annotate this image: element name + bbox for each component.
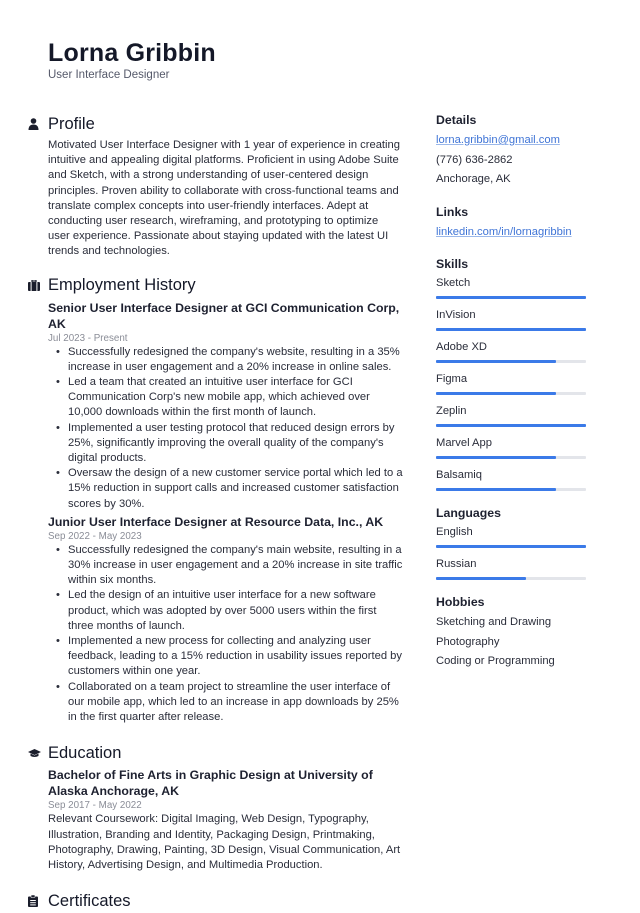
level-bar-track xyxy=(436,577,586,580)
language-label: English xyxy=(436,526,473,538)
certificates-section: Certificates xyxy=(28,889,403,913)
skill-label: Marvel App xyxy=(436,437,492,449)
main-column: Profile Motivated User Interface Designe… xyxy=(28,112,403,913)
education-body: Bachelor of Fine Arts in Graphic Design … xyxy=(28,767,403,873)
profile-title: Profile xyxy=(48,114,95,133)
level-bar-fill xyxy=(436,488,556,491)
languages-list: English Russian xyxy=(436,524,586,580)
job-bullets: Successfully redesigned the company's ma… xyxy=(48,543,403,725)
location-text: Anchorage, AK xyxy=(436,173,511,185)
links-title: Links xyxy=(436,204,469,219)
education-section: Education Bachelor of Fine Arts in Graph… xyxy=(28,741,403,873)
profile-text: Motivated User Interface Designer with 1… xyxy=(48,139,400,258)
level-bar-fill xyxy=(436,424,586,427)
level-bar-track xyxy=(436,545,586,548)
education-heading: Education xyxy=(28,741,403,765)
job-entry: Junior User Interface Designer at Resour… xyxy=(48,514,403,725)
skill-label: Zeplin xyxy=(436,405,467,417)
hobbies-section: Hobbies Sketching and Drawing Photograph… xyxy=(436,594,586,672)
skill-item: Balsamiq xyxy=(436,467,586,491)
email-link[interactable]: lorna.gribbin@gmail.com xyxy=(436,134,560,146)
graduation-cap-icon xyxy=(28,746,48,760)
profile-heading: Profile xyxy=(28,112,403,136)
skills-list: Sketch InVision Adobe XD Figma Zeplin Marvel … xyxy=(436,275,586,491)
resume-header: Lorna Gribbin User Interface Designer xyxy=(48,38,216,82)
employment-title: Employment History xyxy=(48,276,196,295)
skills-title: Skills xyxy=(436,257,469,271)
level-bar-track xyxy=(436,456,586,459)
person-icon xyxy=(28,117,48,131)
job-bullet: Led the design of an intuitive user inte… xyxy=(56,588,403,634)
hobby-item: Sketching and Drawing xyxy=(436,616,552,628)
skill-item: InVision xyxy=(436,307,586,331)
skill-item: Marvel App xyxy=(436,435,586,459)
employment-section: Employment History Senior User Interface… xyxy=(28,274,403,726)
job-bullet: Successfully redesigned the company's ma… xyxy=(56,543,403,589)
skills-section: Skills Sketch InVision Adobe XD Figma Zeplin… xyxy=(436,256,586,491)
language-item: English xyxy=(436,524,586,548)
language-item: Russian xyxy=(436,556,586,580)
linkedin-link[interactable]: linkedin.com/in/lornagribbin xyxy=(436,226,572,238)
skill-label: InVision xyxy=(436,309,476,321)
details-section: Details lorna.gribbin@gmail.com (776) 63… xyxy=(436,112,586,190)
profile-section: Profile Motivated User Interface Designe… xyxy=(28,112,403,260)
skill-label: Balsamiq xyxy=(436,469,483,481)
skill-item: Adobe XD xyxy=(436,339,586,363)
hobbies-title: Hobbies xyxy=(436,595,485,609)
candidate-title: User Interface Designer xyxy=(48,69,170,81)
skill-label: Figma xyxy=(436,373,468,385)
sidebar: Details lorna.gribbin@gmail.com (776) 63… xyxy=(436,112,586,686)
job-bullets: Successfully redesigned the company's we… xyxy=(48,345,403,512)
job-dates: Jul 2023 - Present xyxy=(48,332,128,344)
hobby-item: Photography xyxy=(436,635,500,648)
skill-label: Adobe XD xyxy=(436,341,487,353)
skill-item: Figma xyxy=(436,371,586,395)
level-bar-fill xyxy=(436,296,586,299)
employment-body: Senior User Interface Designer at GCI Co… xyxy=(28,300,403,726)
job-bullet: Led a team that created an intuitive use… xyxy=(56,375,403,421)
job-bullet: Collaborated on a team project to stream… xyxy=(56,680,403,726)
job-title: Senior User Interface Designer at GCI Co… xyxy=(48,300,400,331)
level-bar-fill xyxy=(436,577,526,580)
language-label: Russian xyxy=(436,558,477,570)
briefcase-icon xyxy=(28,279,48,293)
education-dates: Sep 2017 - May 2022 xyxy=(48,800,142,812)
level-bar-track xyxy=(436,328,586,331)
skill-item: Zeplin xyxy=(436,403,586,427)
level-bar-fill xyxy=(436,392,556,395)
job-entry: Senior User Interface Designer at GCI Co… xyxy=(48,300,403,512)
level-bar-fill xyxy=(436,545,586,548)
degree-title: Bachelor of Fine Arts in Graphic Design … xyxy=(48,768,373,799)
level-bar-fill xyxy=(436,360,556,363)
skill-label: Sketch xyxy=(436,277,471,289)
job-bullet: Oversaw the design of a new customer ser… xyxy=(56,466,403,512)
certificates-title: Certificates xyxy=(48,891,131,910)
level-bar-track xyxy=(436,392,586,395)
job-bullet: Successfully redesigned the company's we… xyxy=(56,345,403,375)
job-bullet: Implemented a user testing protocol that… xyxy=(56,421,403,467)
level-bar-track xyxy=(436,424,586,427)
hobby-item: Coding or Programming xyxy=(436,655,555,667)
employment-heading: Employment History xyxy=(28,274,403,298)
level-bar-track xyxy=(436,296,586,299)
level-bar-fill xyxy=(436,328,586,331)
level-bar-track xyxy=(436,488,586,491)
candidate-name: Lorna Gribbin xyxy=(48,39,216,67)
languages-section: Languages English Russian xyxy=(436,505,586,580)
details-title: Details xyxy=(436,113,477,127)
job-title: Junior User Interface Designer at Resour… xyxy=(48,514,384,529)
phone-text: (776) 636-2862 xyxy=(436,153,513,166)
education-text: Relevant Coursework: Digital Imaging, We… xyxy=(48,813,401,871)
level-bar-fill xyxy=(436,456,556,459)
certificates-heading: Certificates xyxy=(28,889,403,913)
languages-title: Languages xyxy=(436,506,501,520)
links-section: Links linkedin.com/in/lornagribbin xyxy=(436,204,586,243)
education-title: Education xyxy=(48,743,122,762)
clipboard-icon xyxy=(28,894,48,908)
job-dates: Sep 2022 - May 2023 xyxy=(48,530,142,542)
skill-item: Sketch xyxy=(436,275,586,299)
job-bullet: Implemented a new process for collecting… xyxy=(56,634,403,680)
level-bar-track xyxy=(436,360,586,363)
